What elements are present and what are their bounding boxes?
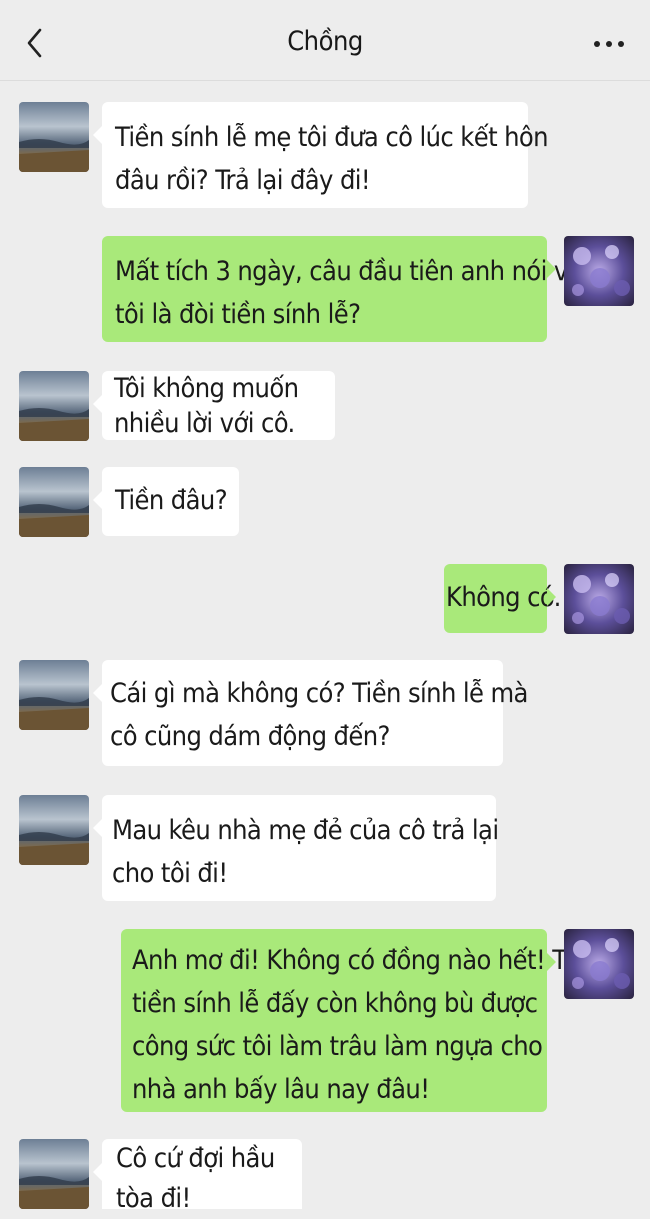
- message-bubble-incoming[interactable]: Tiền sính lễ mẹ tôi đưa cô lúc kết hôn đ…: [93, 102, 549, 208]
- landscape-avatar-icon: [19, 371, 89, 441]
- flower-avatar-icon: [564, 929, 634, 999]
- avatar-me[interactable]: [564, 929, 634, 999]
- message-bubble-incoming[interactable]: Cái gì mà không có? Tiền sính lễ mà cô c…: [93, 660, 528, 766]
- message-line: tôi là đòi tiền sính lễ?: [115, 299, 361, 330]
- message-line: Mau kêu nhà mẹ đẻ của cô trả lại: [112, 815, 499, 846]
- message-line: nhà anh bấy lâu nay đâu!: [132, 1074, 430, 1105]
- message-line: tiền sính lễ đấy còn không bù được: [132, 988, 538, 1019]
- message-bubble-incoming[interactable]: Mau kêu nhà mẹ đẻ của cô trả lại cho tôi…: [93, 795, 499, 901]
- avatar-husband[interactable]: [19, 102, 89, 172]
- message-line: nhiều lời với cô.: [114, 408, 295, 439]
- message-bubble-outgoing[interactable]: Mất tích 3 ngày, câu đầu tiên anh nói vớ…: [102, 236, 589, 342]
- message-line: công sức tôi làm trâu làm ngựa cho: [132, 1031, 543, 1062]
- message-bubble-incoming[interactable]: Cô cứ đợi hầu tòa đi!: [93, 1139, 302, 1214]
- message-line: tòa đi!: [116, 1183, 191, 1214]
- message-line: cô cũng dám động đến?: [110, 721, 390, 752]
- chat-header: Chồng: [0, 0, 650, 81]
- landscape-avatar-icon: [19, 660, 89, 730]
- avatar-husband[interactable]: [19, 467, 89, 537]
- landscape-avatar-icon: [19, 1139, 89, 1209]
- flower-avatar-icon: [564, 564, 634, 634]
- message-line: Cái gì mà không có? Tiền sính lễ mà: [110, 678, 528, 709]
- landscape-avatar-icon: [19, 102, 89, 172]
- avatar-husband[interactable]: [19, 660, 89, 730]
- message-line: Tôi không muốn: [114, 373, 299, 404]
- message-line: đâu rồi? Trả lại đây đi!: [115, 165, 371, 196]
- message-line: Tiền đâu?: [115, 485, 228, 516]
- avatar-me[interactable]: [564, 236, 634, 306]
- message-line: Tiền sính lễ mẹ tôi đưa cô lúc kết hôn: [115, 122, 549, 153]
- message-bubble-incoming[interactable]: Tôi không muốn nhiều lời với cô.: [93, 371, 335, 440]
- more-options-button[interactable]: [590, 32, 630, 56]
- landscape-avatar-icon: [19, 795, 89, 865]
- message-bubble-outgoing[interactable]: Anh mơ đi! Không có đồng nào hết! Tí tiề…: [121, 929, 573, 1112]
- avatar-husband[interactable]: [19, 371, 89, 441]
- message-line: Anh mơ đi! Không có đồng nào hết! Tí: [132, 945, 573, 976]
- avatar-husband[interactable]: [19, 795, 89, 865]
- message-line: Không có.: [446, 582, 561, 613]
- flower-avatar-icon: [564, 236, 634, 306]
- more-horizontal-icon: [594, 41, 624, 47]
- message-line: Mất tích 3 ngày, câu đầu tiên anh nói vớ…: [115, 256, 589, 287]
- avatar-me[interactable]: [564, 564, 634, 634]
- message-line: cho tôi đi!: [112, 858, 228, 889]
- message-bubble-incoming[interactable]: Tiền đâu?: [93, 467, 239, 536]
- avatar-husband[interactable]: [19, 1139, 89, 1209]
- chat-title: Chồng: [287, 26, 363, 57]
- landscape-avatar-icon: [19, 467, 89, 537]
- message-bubble-outgoing[interactable]: Không có.: [444, 564, 561, 633]
- message-line: Cô cứ đợi hầu: [116, 1143, 275, 1174]
